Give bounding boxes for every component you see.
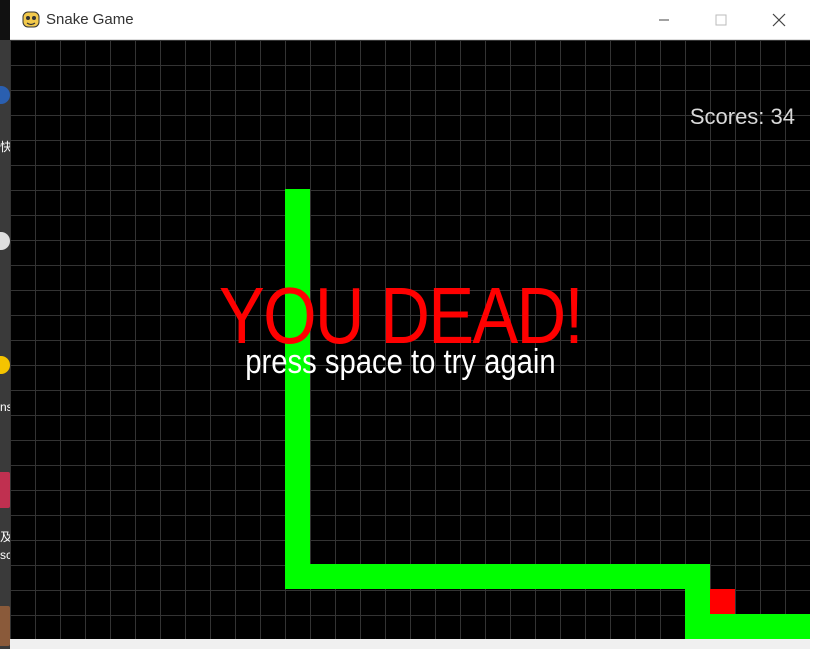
close-button[interactable]	[756, 0, 802, 39]
title-bar[interactable]: Snake Game	[10, 0, 810, 40]
minimize-icon	[659, 19, 669, 20]
desktop-label: 及	[0, 530, 10, 544]
desktop-background: 快 ns 及 sc	[0, 0, 10, 649]
desktop-label: ns	[0, 400, 10, 414]
snake-game-window: Snake Game Scores: 34 YOU DEAD! press sp…	[10, 0, 810, 639]
maximize-button[interactable]	[698, 0, 744, 39]
desktop-app-icon-yellow[interactable]	[0, 356, 10, 374]
snake-segment-tail	[685, 614, 810, 639]
score-display: Scores: 34	[689, 104, 795, 129]
desktop-app-icon[interactable]	[0, 86, 10, 104]
desktop-app-icon-brown[interactable]	[0, 606, 10, 646]
game-canvas[interactable]: Scores: 34 YOU DEAD! press space to try …	[10, 40, 810, 639]
desktop-app-icon-multicolor[interactable]	[0, 472, 10, 508]
pygame-snake-icon	[22, 11, 40, 28]
desktop-chat-icon[interactable]	[0, 232, 10, 250]
background-window	[810, 0, 820, 649]
window-title: Snake Game	[46, 11, 134, 28]
background-taskbar-area	[10, 639, 810, 649]
close-icon	[772, 13, 786, 26]
snake-segment-horizontal	[285, 564, 710, 589]
desktop-label: 快	[0, 140, 10, 154]
retry-instruction: press space to try again	[245, 343, 556, 381]
food-pellet	[710, 589, 735, 614]
minimize-button[interactable]	[641, 0, 687, 39]
maximize-icon	[715, 14, 727, 25]
desktop-top	[0, 0, 10, 40]
snake-segment-vertical	[285, 189, 310, 589]
desktop-label: sc	[0, 548, 10, 562]
